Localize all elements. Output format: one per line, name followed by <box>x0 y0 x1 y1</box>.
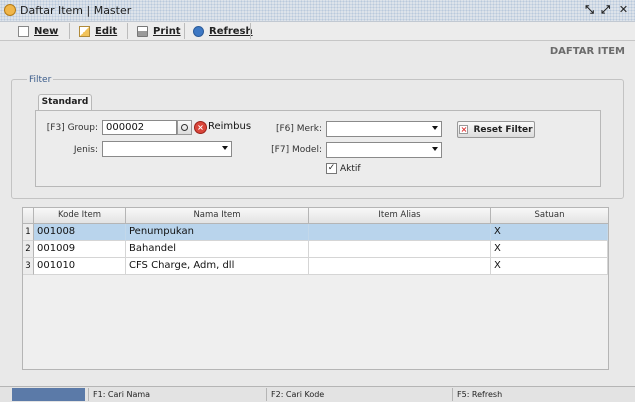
toolbar-divider <box>184 23 185 39</box>
page-title: DAFTAR ITEM <box>549 46 625 57</box>
cell-satuan: X <box>491 224 608 241</box>
toolbar-divider <box>250 23 251 39</box>
group-code-field[interactable]: 000002 <box>102 120 177 135</box>
cell-nama: Bahandel <box>126 241 309 258</box>
edit-icon <box>79 25 90 37</box>
toolbar-divider <box>69 23 70 39</box>
items-grid: Kode Item Nama Item Item Alias Satuan 10… <box>22 207 609 370</box>
chevron-down-icon <box>432 126 438 130</box>
column-header-satuan[interactable]: Satuan <box>491 208 609 224</box>
reset-filter-button[interactable]: × Reset Filter <box>457 121 535 138</box>
group-label: [F3] Group: <box>46 123 98 133</box>
printer-icon <box>137 25 148 37</box>
app-icon <box>4 4 16 16</box>
cell-satuan: X <box>491 258 608 275</box>
cell-kode: 001008 <box>34 224 126 241</box>
print-button[interactable]: Print <box>137 22 181 40</box>
cell-nama: CFS Charge, Adm, dll <box>126 258 309 275</box>
new-button[interactable]: New <box>18 22 58 40</box>
merk-label: [F6] Merk: <box>275 124 322 134</box>
merk-select[interactable] <box>326 121 442 137</box>
cell-alias <box>309 258 491 275</box>
aktif-label: Aktif <box>340 164 361 174</box>
group-search-button[interactable] <box>177 120 192 135</box>
edit-button-label: Edit <box>95 25 118 37</box>
check-icon: ✓ <box>327 163 336 173</box>
status-f2: F2: Cari Kode <box>266 388 452 401</box>
status-bar: F1: Cari Nama F2: Cari Kode F5: Refresh <box>0 386 635 402</box>
grid-corner <box>23 208 34 224</box>
column-header-alias[interactable]: Item Alias <box>309 208 491 224</box>
magnifier-icon <box>181 124 188 131</box>
window-title: Daftar Item | Master <box>20 4 132 17</box>
cell-nama: Penumpukan <box>126 224 309 241</box>
jenis-label: Jenis: <box>73 145 98 155</box>
refresh-button-label: Refresh <box>209 25 253 37</box>
column-header-kode[interactable]: Kode Item <box>34 208 126 224</box>
model-label: [F7] Model: <box>271 145 322 155</box>
clear-group-icon[interactable]: × <box>194 121 207 134</box>
toolbar: New Edit Print Refresh <box>0 22 635 41</box>
print-button-label: Print <box>153 25 181 37</box>
table-row[interactable]: 2 001009 Bahandel X <box>23 241 608 258</box>
minimize-icon[interactable]: ⤡ <box>583 3 596 16</box>
cell-satuan: X <box>491 241 608 258</box>
reset-icon: × <box>459 125 469 134</box>
edit-button[interactable]: Edit <box>79 22 117 40</box>
refresh-button[interactable]: Refresh <box>193 22 253 40</box>
cell-alias <box>309 224 491 241</box>
refresh-icon <box>193 25 204 37</box>
aktif-checkbox[interactable]: ✓ <box>326 163 337 174</box>
close-icon[interactable]: ✕ <box>617 3 630 16</box>
chevron-down-icon <box>432 147 438 151</box>
new-button-label: New <box>34 25 59 37</box>
model-select[interactable] <box>326 142 442 158</box>
status-f1: F1: Cari Nama <box>88 388 266 401</box>
group-name-text: Reimbus <box>208 121 252 132</box>
row-number: 1 <box>23 224 34 241</box>
reset-filter-label: Reset Filter <box>473 124 533 135</box>
maximize-icon[interactable]: ⤢ <box>599 3 612 16</box>
column-header-nama[interactable]: Nama Item <box>126 208 309 224</box>
filter-legend: Filter <box>27 75 54 85</box>
new-document-icon <box>18 25 29 37</box>
tab-standard[interactable]: Standard <box>38 94 92 110</box>
status-f5: F5: Refresh <box>452 388 635 401</box>
table-row[interactable]: 3 001010 CFS Charge, Adm, dll X <box>23 258 608 275</box>
table-row[interactable]: 1 001008 Penumpukan X <box>23 224 608 241</box>
chevron-down-icon <box>222 146 228 150</box>
cell-alias <box>309 241 491 258</box>
cell-kode: 001009 <box>34 241 126 258</box>
title-bar: Daftar Item | Master ⤡ ⤢ ✕ <box>0 0 635 22</box>
row-number: 2 <box>23 241 34 258</box>
toolbar-divider <box>127 23 128 39</box>
jenis-select[interactable] <box>102 141 232 157</box>
row-number: 3 <box>23 258 34 275</box>
cell-kode: 001010 <box>34 258 126 275</box>
status-accent <box>12 388 85 401</box>
